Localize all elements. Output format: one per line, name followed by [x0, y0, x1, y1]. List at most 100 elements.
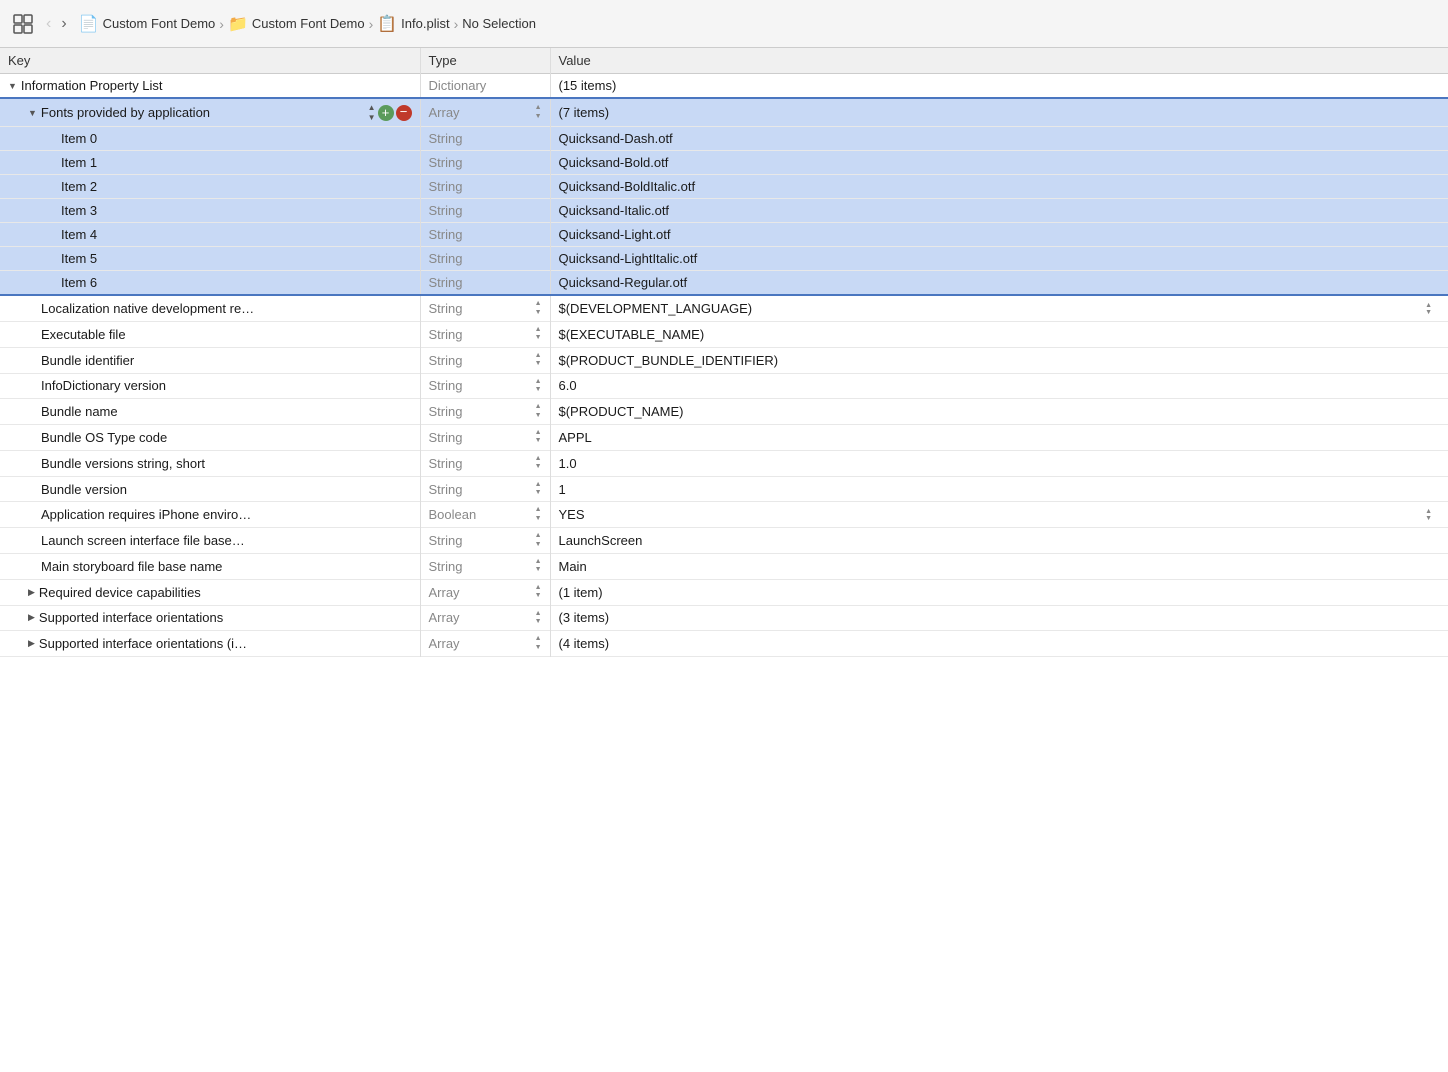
- type-cell: String: [420, 127, 550, 151]
- breadcrumb-label-4: No Selection: [462, 16, 536, 31]
- breadcrumb-label-1: Custom Font Demo: [103, 16, 216, 31]
- type-cell: String▲▼: [420, 321, 550, 347]
- table-row[interactable]: Bundle version String▲▼ 1: [0, 476, 1448, 502]
- type-stepper[interactable]: ▲▼: [535, 584, 542, 601]
- breadcrumb: 📄 Custom Font Demo › 📁 Custom Font Demo …: [79, 14, 536, 34]
- type-stepper[interactable]: ▲▼: [535, 429, 542, 446]
- key-text: Bundle name: [41, 404, 412, 419]
- expand-arrow-icon[interactable]: ▶: [28, 612, 35, 623]
- type-text: Array: [429, 610, 460, 625]
- type-text: String: [429, 251, 463, 266]
- breadcrumb-item-1[interactable]: 📄 Custom Font Demo: [79, 14, 216, 34]
- type-cell: String: [420, 271, 550, 296]
- type-stepper[interactable]: ▲▼: [535, 481, 542, 498]
- table-row[interactable]: ▼Information Property ListDictionary(15 …: [0, 74, 1448, 99]
- type-stepper[interactable]: ▲▼: [535, 506, 542, 523]
- key-cell: Executable file: [0, 321, 420, 347]
- type-text: String: [429, 559, 463, 574]
- type-stepper[interactable]: ▲▼: [535, 104, 542, 121]
- breadcrumb-label-2: Custom Font Demo: [252, 16, 365, 31]
- breadcrumb-item-2[interactable]: 📁 Custom Font Demo: [228, 14, 365, 34]
- table-row[interactable]: Executable fileString▲▼$(EXECUTABLE_NAME…: [0, 321, 1448, 347]
- type-cell: Array▲▼: [420, 98, 550, 127]
- type-stepper[interactable]: ▲▼: [535, 455, 542, 472]
- value-text: Quicksand-Bold.otf: [559, 155, 669, 170]
- type-stepper[interactable]: ▲▼: [535, 403, 542, 420]
- expand-arrow-icon[interactable]: ▶: [28, 587, 35, 598]
- table-row[interactable]: InfoDictionary versionString▲▼6.0: [0, 373, 1448, 399]
- type-stepper[interactable]: ▲▼: [535, 610, 542, 627]
- table-row[interactable]: Launch screen interface file base…String…: [0, 528, 1448, 554]
- table-row[interactable]: Item 5StringQuicksand-LightItalic.otf: [0, 247, 1448, 271]
- value-cell: APPL: [550, 425, 1448, 451]
- table-row[interactable]: Bundle OS Type codeString▲▼APPL: [0, 425, 1448, 451]
- breadcrumb-sep-1: ›: [219, 16, 224, 32]
- nav-buttons: ‹ ›: [42, 14, 71, 34]
- value-text: 1: [559, 482, 566, 497]
- key-text: Localization native development re…: [41, 301, 412, 316]
- type-stepper[interactable]: ▲▼: [535, 300, 542, 317]
- grid-icon[interactable]: [12, 13, 34, 35]
- key-text: Supported interface orientations (i…: [39, 636, 412, 651]
- breadcrumb-item-4: No Selection: [462, 16, 536, 31]
- back-button[interactable]: ‹: [42, 14, 55, 34]
- value-text: (7 items): [559, 105, 610, 120]
- table-row[interactable]: Bundle nameString▲▼$(PRODUCT_NAME): [0, 399, 1448, 425]
- table-row[interactable]: Bundle versions string, shortString▲▼1.0: [0, 450, 1448, 476]
- type-stepper[interactable]: ▲▼: [535, 558, 542, 575]
- key-text: Information Property List: [21, 78, 412, 93]
- key-cell: Item 1: [0, 151, 420, 175]
- add-item-button[interactable]: +: [378, 105, 394, 121]
- app-icon: 📄: [79, 14, 99, 34]
- header-key: Key: [0, 48, 420, 74]
- key-cell: Item 2: [0, 175, 420, 199]
- table-row[interactable]: ▶Supported interface orientations (i…Arr…: [0, 631, 1448, 657]
- table-row[interactable]: Application requires iPhone enviro…Boole…: [0, 502, 1448, 528]
- value-cell: Quicksand-Bold.otf: [550, 151, 1448, 175]
- forward-button[interactable]: ›: [57, 14, 70, 34]
- type-stepper[interactable]: ▲▼: [535, 635, 542, 652]
- breadcrumb-item-3[interactable]: 📋 Info.plist: [377, 14, 449, 34]
- remove-item-button[interactable]: −: [396, 105, 412, 121]
- key-text: Bundle version: [41, 482, 412, 497]
- stepper-control[interactable]: ▲▼: [368, 103, 376, 122]
- expand-arrow-icon[interactable]: ▼: [28, 108, 37, 118]
- table-row[interactable]: Item 0StringQuicksand-Dash.otf: [0, 127, 1448, 151]
- key-text: Item 1: [61, 155, 412, 170]
- table-row[interactable]: ▶Required device capabilitiesArray▲▼(1 i…: [0, 579, 1448, 605]
- key-cell: Application requires iPhone enviro…: [0, 502, 420, 528]
- table-row[interactable]: Item 6StringQuicksand-Regular.otf: [0, 271, 1448, 296]
- table-row[interactable]: Item 2StringQuicksand-BoldItalic.otf: [0, 175, 1448, 199]
- type-cell: String ▲▼: [420, 554, 550, 580]
- value-cell: Quicksand-LightItalic.otf: [550, 247, 1448, 271]
- table-row[interactable]: Bundle identifierString▲▼$(PRODUCT_BUNDL…: [0, 347, 1448, 373]
- expand-arrow-icon[interactable]: ▶: [28, 638, 35, 649]
- type-stepper[interactable]: ▲▼: [535, 352, 542, 369]
- table-row[interactable]: Item 1StringQuicksand-Bold.otf: [0, 151, 1448, 175]
- dropdown-arrow-icon[interactable]: ▲▼: [1425, 508, 1432, 522]
- value-text: Quicksand-Italic.otf: [559, 203, 670, 218]
- type-cell: String▲▼: [420, 476, 550, 502]
- type-stepper[interactable]: ▲▼: [535, 326, 542, 343]
- value-cell: (7 items): [550, 98, 1448, 127]
- key-text: Bundle identifier: [41, 353, 412, 368]
- type-stepper[interactable]: ▲▼: [535, 378, 542, 395]
- key-text: Item 3: [61, 203, 412, 218]
- table-row[interactable]: Item 3StringQuicksand-Italic.otf: [0, 199, 1448, 223]
- breadcrumb-label-3: Info.plist: [401, 16, 449, 31]
- value-cell: Quicksand-Italic.otf: [550, 199, 1448, 223]
- key-cell: ▼Fonts provided by application▲▼+−: [0, 98, 420, 127]
- table-row[interactable]: ▼Fonts provided by application▲▼+−Array▲…: [0, 98, 1448, 127]
- key-cell: ▶Required device capabilities: [0, 579, 420, 605]
- type-cell: Array▲▼: [420, 579, 550, 605]
- table-row[interactable]: Main storyboard file base nameString▲▼Ma…: [0, 554, 1448, 580]
- dropdown-arrow-icon[interactable]: ▲▼: [1425, 302, 1432, 316]
- key-cell: Item 3: [0, 199, 420, 223]
- expand-arrow-icon[interactable]: ▼: [8, 81, 17, 91]
- table-row[interactable]: ▶Supported interface orientationsArray▲▼…: [0, 605, 1448, 631]
- table-row[interactable]: Localization native development re…Strin…: [0, 295, 1448, 321]
- table-row[interactable]: Item 4StringQuicksand-Light.otf: [0, 223, 1448, 247]
- value-cell: 1.0: [550, 450, 1448, 476]
- type-stepper[interactable]: ▲▼: [535, 532, 542, 549]
- type-cell: String: [420, 223, 550, 247]
